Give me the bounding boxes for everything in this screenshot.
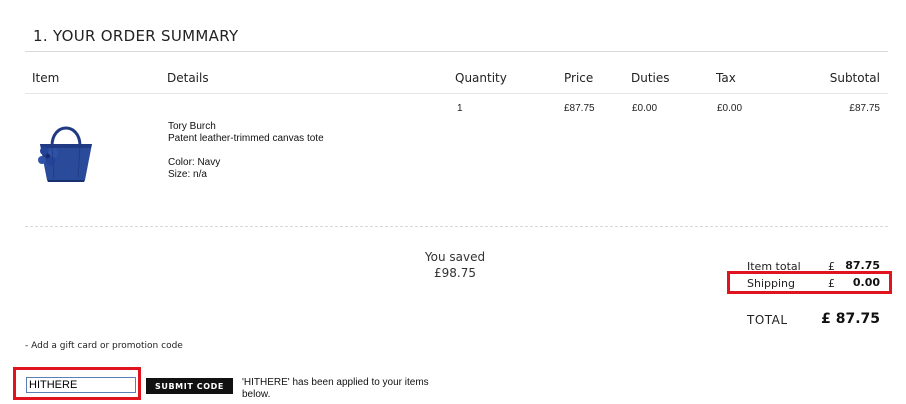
product-size: Size: n/a [168, 169, 207, 180]
col-header-price: Price [564, 71, 594, 85]
savings-label: You saved [424, 250, 486, 264]
col-header-details: Details [167, 71, 209, 85]
section-title: 1. YOUR ORDER SUMMARY [33, 27, 239, 45]
line-subtotal: £87.75 [849, 103, 880, 114]
tote-bag-icon [38, 126, 92, 182]
col-header-duties: Duties [631, 71, 670, 85]
product-brand[interactable]: Tory Burch [168, 121, 324, 133]
savings-box: You saved £98.75 [395, 249, 515, 281]
product-color: Color: Navy [168, 157, 221, 168]
header-divider [25, 93, 888, 94]
submit-code-button[interactable]: SUBMIT CODE [146, 378, 233, 394]
promo-applied-message: 'HITHERE' has been applied to your items… [242, 377, 429, 400]
promo-code-input[interactable] [26, 377, 136, 393]
col-header-tax: Tax [716, 71, 736, 85]
add-promo-link[interactable]: - Add a gift card or promotion code [25, 341, 183, 351]
total-value: £ 87.75 [821, 311, 880, 327]
checkout-page: 1. YOUR ORDER SUMMARY Item Details Quant… [0, 0, 906, 404]
line-quantity: 1 [457, 103, 463, 114]
line-price: £87.75 [564, 103, 595, 114]
savings-amount: £98.75 [434, 266, 476, 280]
product-details: Tory Burch Patent leather-trimmed canvas… [168, 121, 324, 181]
title-divider [25, 51, 888, 52]
shipping-highlight [727, 271, 892, 294]
total-label: TOTAL [747, 313, 788, 327]
product-name[interactable]: Patent leather-trimmed canvas tote [168, 133, 324, 145]
col-header-quantity: Quantity [455, 71, 507, 85]
line-duties: £0.00 [632, 103, 658, 114]
col-header-item: Item [32, 71, 60, 85]
product-image[interactable] [30, 116, 102, 188]
col-header-subtotal: Subtotal [829, 71, 880, 85]
line-tax: £0.00 [717, 103, 743, 114]
items-divider [25, 226, 888, 227]
